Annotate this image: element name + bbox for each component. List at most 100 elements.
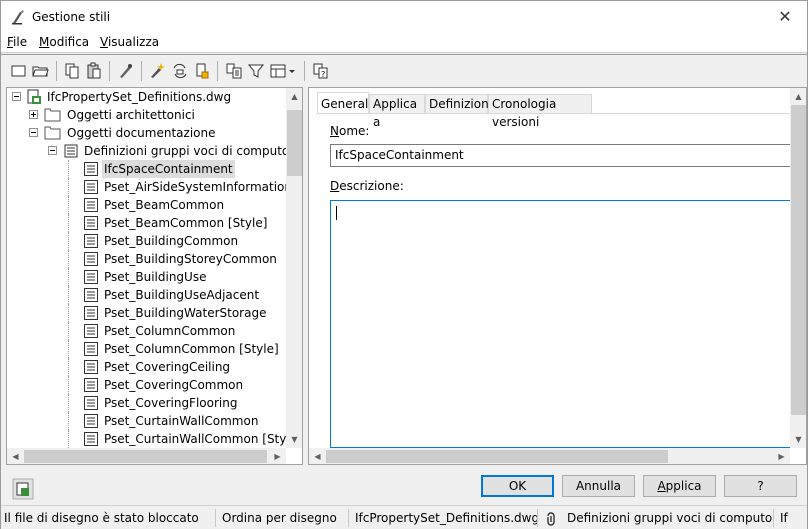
property-set-icon (84, 180, 98, 194)
tab-cronologia-versioni[interactable]: Cronologia versioni (488, 94, 592, 129)
tree-item-label: Pset_BuildingUse (104, 270, 207, 284)
scroll-up-icon[interactable]: ▲ (790, 88, 806, 105)
style-tree-pane: IfcPropertySet_Definitions.dwg Oggetti a… (6, 87, 303, 465)
text-caret (336, 206, 337, 220)
property-set-icon (84, 252, 98, 266)
tree-item-property-set[interactable]: Pset_CoveringCommon (7, 376, 287, 394)
paste-icon[interactable] (85, 62, 103, 80)
tree-item-property-set[interactable]: Pset_BuildingStoreyCommon (7, 250, 287, 268)
scroll-thumb[interactable] (24, 450, 267, 463)
tree-root-label: IfcPropertySet_Definitions.dwg (47, 90, 232, 104)
menu-visualizza[interactable]: Visualizza (100, 35, 159, 49)
scroll-left-icon[interactable]: ◀ (7, 448, 24, 464)
tree-folder-documentation[interactable]: Oggetti documentazione (7, 124, 287, 142)
menu-modifica[interactable]: Modifica (39, 35, 89, 49)
synchronize-icon[interactable] (171, 62, 189, 80)
tree-item-label: Pset_CoveringCeiling (104, 360, 231, 374)
tree-item-label: Pset_AirSideSystemInformation (104, 180, 293, 194)
property-set-icon (84, 396, 98, 410)
scroll-thumb[interactable] (287, 110, 302, 176)
tree-guide-line (68, 268, 69, 286)
tab-generale[interactable]: Generale (317, 92, 376, 114)
tree-guide-line (68, 178, 69, 196)
status-bar: Il file di disegno è stato bloccato Ordi… (1, 505, 807, 529)
property-set-icon (84, 162, 98, 176)
tree-item-property-set[interactable]: Pset_BeamCommon (7, 196, 287, 214)
tab-applica-a[interactable]: Applica a (369, 94, 425, 129)
tree-folder-label: Oggetti architettonici (67, 108, 195, 122)
collapse-icon[interactable] (29, 128, 38, 137)
tree-item-label: IfcSpaceContainment (102, 160, 235, 178)
scroll-right-icon[interactable]: ▶ (773, 448, 790, 464)
tree-item-property-set[interactable]: Pset_AirSideSystemInformation (7, 178, 292, 196)
toolbar-separator (56, 61, 57, 81)
property-set-icon (84, 414, 98, 428)
scroll-left-icon[interactable]: ◀ (309, 448, 326, 464)
svg-text:?: ? (321, 70, 325, 79)
ok-button[interactable]: OK (481, 475, 554, 497)
tree-guide-line (68, 286, 69, 304)
toggle-view-icon[interactable] (225, 62, 243, 80)
scroll-right-icon[interactable]: ▶ (269, 448, 286, 464)
properties-horizontal-scrollbar[interactable]: ◀ ▶ (309, 448, 790, 464)
tree-root-drawing[interactable]: IfcPropertySet_Definitions.dwg (7, 88, 287, 106)
new-drawing-icon[interactable] (10, 62, 28, 80)
tree-item-property-set[interactable]: IfcSpaceContainment (7, 160, 287, 178)
collapse-icon[interactable] (12, 92, 21, 101)
tree-horizontal-scrollbar[interactable]: ◀ ▶ (7, 448, 286, 464)
help-icon[interactable]: ? (312, 62, 330, 80)
description-field[interactable] (330, 200, 800, 448)
property-set-category-icon (64, 144, 78, 158)
property-set-icon (84, 432, 98, 446)
apply-button[interactable]: Applica (643, 475, 716, 497)
tree-vertical-scrollbar[interactable]: ▲ ▼ (286, 88, 302, 448)
dialog-button-row: OK Annulla Applica ? (1, 466, 807, 502)
filter-icon[interactable] (247, 62, 265, 80)
tree-item-property-set[interactable]: Pset_CoveringCeiling (7, 358, 287, 376)
tree-item-property-set[interactable]: Pset_CurtainWallCommon [Style] (7, 430, 302, 448)
scroll-down-icon[interactable]: ▼ (790, 431, 806, 448)
scroll-down-icon[interactable]: ▼ (286, 431, 302, 448)
purge-icon[interactable] (117, 62, 135, 80)
tree-item-property-set[interactable]: Pset_BuildingUseAdjacent (7, 286, 287, 304)
scroll-thumb[interactable] (791, 105, 806, 415)
property-set-icon (84, 216, 98, 230)
tab-panel-border (317, 113, 806, 114)
tree-guide-line (68, 322, 69, 340)
copy-icon[interactable] (63, 62, 81, 80)
scroll-up-icon[interactable]: ▲ (286, 88, 302, 105)
new-style-icon[interactable] (149, 62, 167, 80)
tab-definizione[interactable]: Definizione (425, 94, 496, 114)
status-item: If (780, 511, 788, 525)
tree-item-property-set[interactable]: Pset_ColumnCommon [Style] (7, 340, 287, 358)
close-icon[interactable]: ✕ (769, 5, 801, 29)
name-field[interactable]: IfcSpaceContainment (330, 144, 800, 167)
tree-folder-architectural[interactable]: Oggetti architettonici (7, 106, 287, 124)
edit-style-icon[interactable] (193, 62, 211, 80)
tree-guide-line (68, 196, 69, 214)
drawing-preview-icon[interactable] (12, 478, 34, 500)
open-drawing-icon[interactable] (32, 62, 50, 80)
menu-file[interactable]: File (7, 35, 27, 49)
tree-guide-line (68, 232, 69, 250)
tree-item-property-set[interactable]: Pset_BuildingWaterStorage (7, 304, 287, 322)
tree-item-property-set[interactable]: Pset_CurtainWallCommon (7, 412, 287, 430)
expand-icon[interactable] (29, 110, 38, 119)
tree-item-label: Pset_ColumnCommon [Style] (104, 342, 279, 356)
tree-item-property-set[interactable]: Pset_CoveringFlooring (7, 394, 287, 412)
tree-item-property-set[interactable]: Pset_BeamCommon [Style] (7, 214, 287, 232)
tree-item-property-set[interactable]: Pset_ColumnCommon (7, 322, 287, 340)
help-button[interactable]: ? (724, 475, 797, 497)
tree-item-property-set[interactable]: Pset_BuildingUse (7, 268, 287, 286)
status-separator (215, 509, 216, 527)
tree-item-property-set[interactable]: Pset_BuildingCommon (7, 232, 287, 250)
properties-vertical-scrollbar[interactable]: ▲ ▼ (790, 88, 806, 448)
scroll-thumb[interactable] (326, 450, 668, 463)
drawing-file-icon (27, 89, 41, 104)
view-options-icon[interactable] (269, 62, 297, 80)
tree-category-property-sets[interactable]: Definizioni gruppi voci di computo (7, 142, 289, 160)
title-bar: Gestione stili ✕ (1, 1, 807, 32)
tree-item-label: Pset_ColumnCommon (104, 324, 236, 338)
collapse-icon[interactable] (48, 146, 57, 155)
cancel-button[interactable]: Annulla (562, 475, 635, 497)
